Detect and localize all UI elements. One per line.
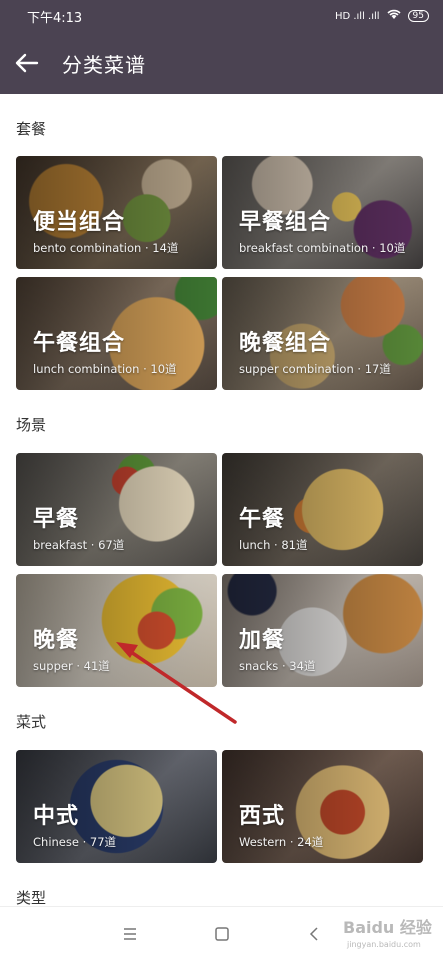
section-title-cuisine: 菜式 <box>16 713 47 731</box>
status-time: 下午4:13 <box>27 10 83 26</box>
card-supper[interactable]: 晚餐 supper · 41道 <box>16 574 217 687</box>
card-title: 午餐组合 <box>33 331 126 356</box>
card-breakfast-combination[interactable]: 早餐组合 breakfast combination · 10道 <box>222 156 423 269</box>
card-lunch-combination[interactable]: 午餐组合 lunch combination · 10道 <box>16 277 217 390</box>
card-subtitle: breakfast · 67道 <box>33 538 125 552</box>
card-chinese[interactable]: 中式 Chinese · 77道 <box>16 750 217 863</box>
card-breakfast[interactable]: 早餐 breakfast · 67道 <box>16 453 217 566</box>
card-subtitle: breakfast combination · 10道 <box>239 241 406 255</box>
card-subtitle: supper · 41道 <box>33 659 110 673</box>
card-lunch[interactable]: 午餐 lunch · 81道 <box>222 453 423 566</box>
card-subtitle: Chinese · 77道 <box>33 835 117 849</box>
arrow-left-icon <box>15 53 39 73</box>
card-subtitle: Western · 24道 <box>239 835 324 849</box>
card-bento-combination[interactable]: 便当组合 bento combination · 14道 <box>16 156 217 269</box>
section-title-scene: 场景 <box>16 416 47 434</box>
card-subtitle: lunch combination · 10道 <box>33 362 177 376</box>
card-subtitle: supper combination · 17道 <box>239 362 391 376</box>
card-subtitle: lunch · 81道 <box>239 538 308 552</box>
section-title-combo: 套餐 <box>16 120 47 138</box>
battery-icon: 95 <box>407 10 429 22</box>
status-icons: HD .ıll .ıll 95 <box>335 8 429 24</box>
card-title: 便当组合 <box>33 210 126 235</box>
card-snacks[interactable]: 加餐 snacks · 34道 <box>222 574 423 687</box>
card-title: 早餐组合 <box>239 210 332 235</box>
card-title: 中式 <box>33 804 80 829</box>
card-subtitle: bento combination · 14道 <box>33 241 179 255</box>
card-title: 晚餐 <box>33 628 80 653</box>
app-bar: 分类菜谱 <box>0 32 443 94</box>
watermark-text: Baidu 经验 <box>343 918 432 937</box>
category-list[interactable]: 套餐 便当组合 bento combination · 14道 早餐组合 bre… <box>0 94 443 906</box>
back-button[interactable] <box>0 32 58 94</box>
card-subtitle: snacks · 34道 <box>239 659 316 673</box>
card-title: 西式 <box>239 804 286 829</box>
home-button[interactable] <box>202 921 242 947</box>
card-supper-combination[interactable]: 晚餐组合 supper combination · 17道 <box>222 277 423 390</box>
page-title: 分类菜谱 <box>62 52 146 77</box>
card-title: 加餐 <box>239 628 286 653</box>
square-icon <box>215 927 229 941</box>
menu-button[interactable] <box>110 921 150 947</box>
card-western[interactable]: 西式 Western · 24道 <box>222 750 423 863</box>
baidu-watermark: Baidu 经验 jingyan.baidu.com <box>327 912 437 956</box>
status-bar: 下午4:13 HD .ıll .ıll 95 <box>0 0 443 32</box>
wifi-icon <box>386 8 402 24</box>
card-title: 午餐 <box>239 507 286 532</box>
watermark-url: jingyan.baidu.com <box>347 940 421 949</box>
cellular-signal-icon: HD .ıll .ıll <box>334 10 380 22</box>
card-title: 晚餐组合 <box>239 331 332 356</box>
card-title: 早餐 <box>33 507 80 532</box>
chevron-left-icon <box>309 927 318 941</box>
section-title-type: 类型 <box>16 889 47 906</box>
menu-icon <box>124 928 136 940</box>
